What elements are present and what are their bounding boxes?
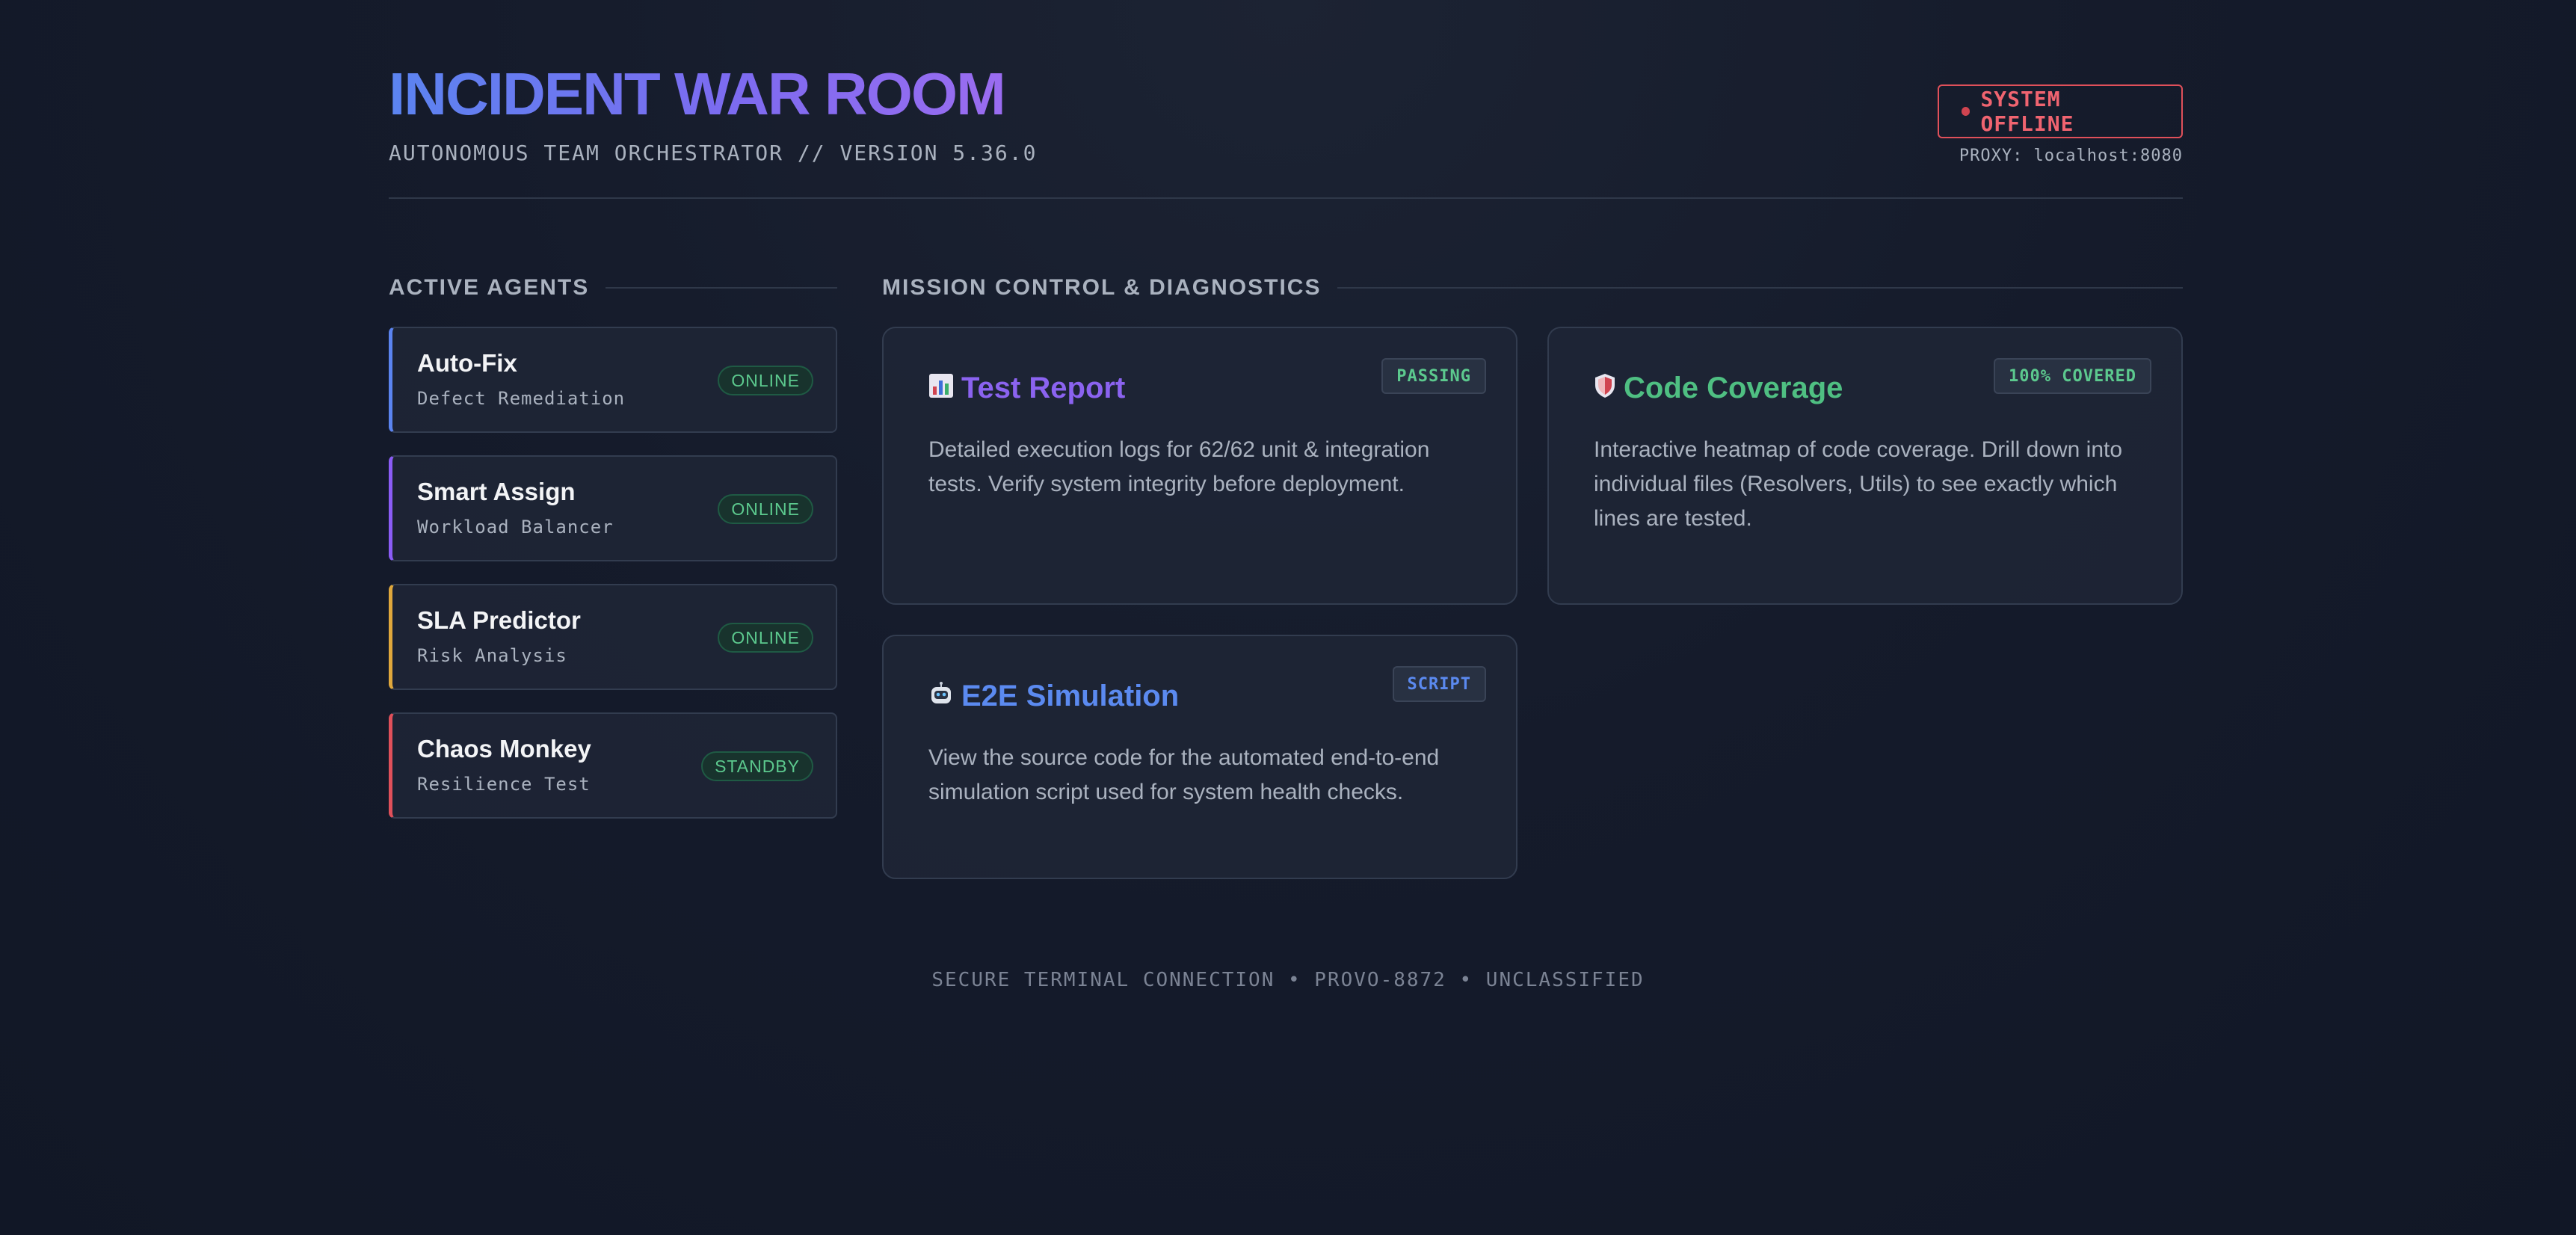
agent-status-badge: ONLINE	[718, 623, 813, 653]
header: INCIDENT WAR ROOM AUTONOMOUS TEAM ORCHES…	[389, 58, 2183, 199]
robot-icon	[928, 681, 954, 712]
agents-heading-label: ACTIVE AGENTS	[389, 275, 590, 300]
page-subtitle: AUTONOMOUS TEAM ORCHESTRATOR // VERSION …	[389, 141, 1038, 165]
card-title-text: Test Report	[961, 372, 1126, 404]
agent-status-badge: ONLINE	[718, 494, 813, 524]
card-title-text: E2E Simulation	[961, 680, 1180, 712]
e2e-simulation-card[interactable]: E2E Simulation SCRIPT View the source co…	[882, 635, 1517, 879]
agent-name: Auto-Fix	[417, 349, 517, 377]
test-report-card[interactable]: Test Report PASSING Detailed execution l…	[882, 327, 1517, 605]
card-title: E2E Simulation	[928, 680, 1179, 713]
system-status-badge[interactable]: SYSTEM OFFLINE	[1938, 84, 2183, 138]
card-title: Test Report	[928, 372, 1125, 405]
mission-section-heading: MISSION CONTROL & DIAGNOSTICS	[882, 275, 2183, 301]
card-title: Code Coverage	[1594, 372, 1843, 405]
agent-role: Defect Remediation	[417, 388, 626, 409]
agent-name: Smart Assign	[417, 478, 576, 505]
card-description: Detailed execution logs for 62/62 unit &…	[928, 437, 1430, 496]
bar-chart-icon	[928, 373, 954, 404]
footer-text: SECURE TERMINAL CONNECTION • PROVO-8872 …	[931, 969, 1645, 991]
card-status-tag: PASSING	[1381, 358, 1486, 394]
agent-card-chaos-monkey[interactable]: Chaos Monkey Resilience Test STANDBY	[389, 712, 837, 819]
shield-icon	[1594, 373, 1616, 404]
agent-role: Workload Balancer	[417, 517, 614, 538]
page-title: INCIDENT WAR ROOM	[389, 61, 1006, 127]
divider	[606, 287, 837, 289]
agent-card-smart-assign[interactable]: Smart Assign Workload Balancer ONLINE	[389, 455, 837, 561]
mission-heading-label: MISSION CONTROL & DIAGNOSTICS	[882, 275, 1322, 300]
agent-name: Chaos Monkey	[417, 735, 591, 763]
agent-name: SLA Predictor	[417, 606, 581, 634]
divider	[1337, 287, 2183, 289]
agent-status-badge: ONLINE	[718, 366, 813, 395]
agents-section-heading: ACTIVE AGENTS	[389, 275, 837, 301]
card-description: Interactive heatmap of code coverage. Dr…	[1594, 437, 2123, 531]
card-description: View the source code for the automated e…	[928, 745, 1440, 804]
card-status-tag: 100% COVERED	[1994, 358, 2151, 394]
system-status-label: SYSTEM OFFLINE	[1980, 87, 2074, 136]
agent-role: Risk Analysis	[417, 645, 567, 666]
card-status-tag: SCRIPT	[1392, 666, 1486, 702]
agent-status-badge: STANDBY	[701, 751, 813, 781]
proxy-label: PROXY: localhost:8080	[1959, 147, 2183, 165]
agent-card-sla-predictor[interactable]: SLA Predictor Risk Analysis ONLINE	[389, 584, 837, 690]
card-title-text: Code Coverage	[1624, 372, 1843, 404]
status-dot-icon	[1962, 107, 1970, 116]
agent-role: Resilience Test	[417, 774, 591, 795]
agent-card-auto-fix[interactable]: Auto-Fix Defect Remediation ONLINE	[389, 327, 837, 433]
code-coverage-card[interactable]: Code Coverage 100% COVERED Interactive h…	[1547, 327, 2183, 605]
